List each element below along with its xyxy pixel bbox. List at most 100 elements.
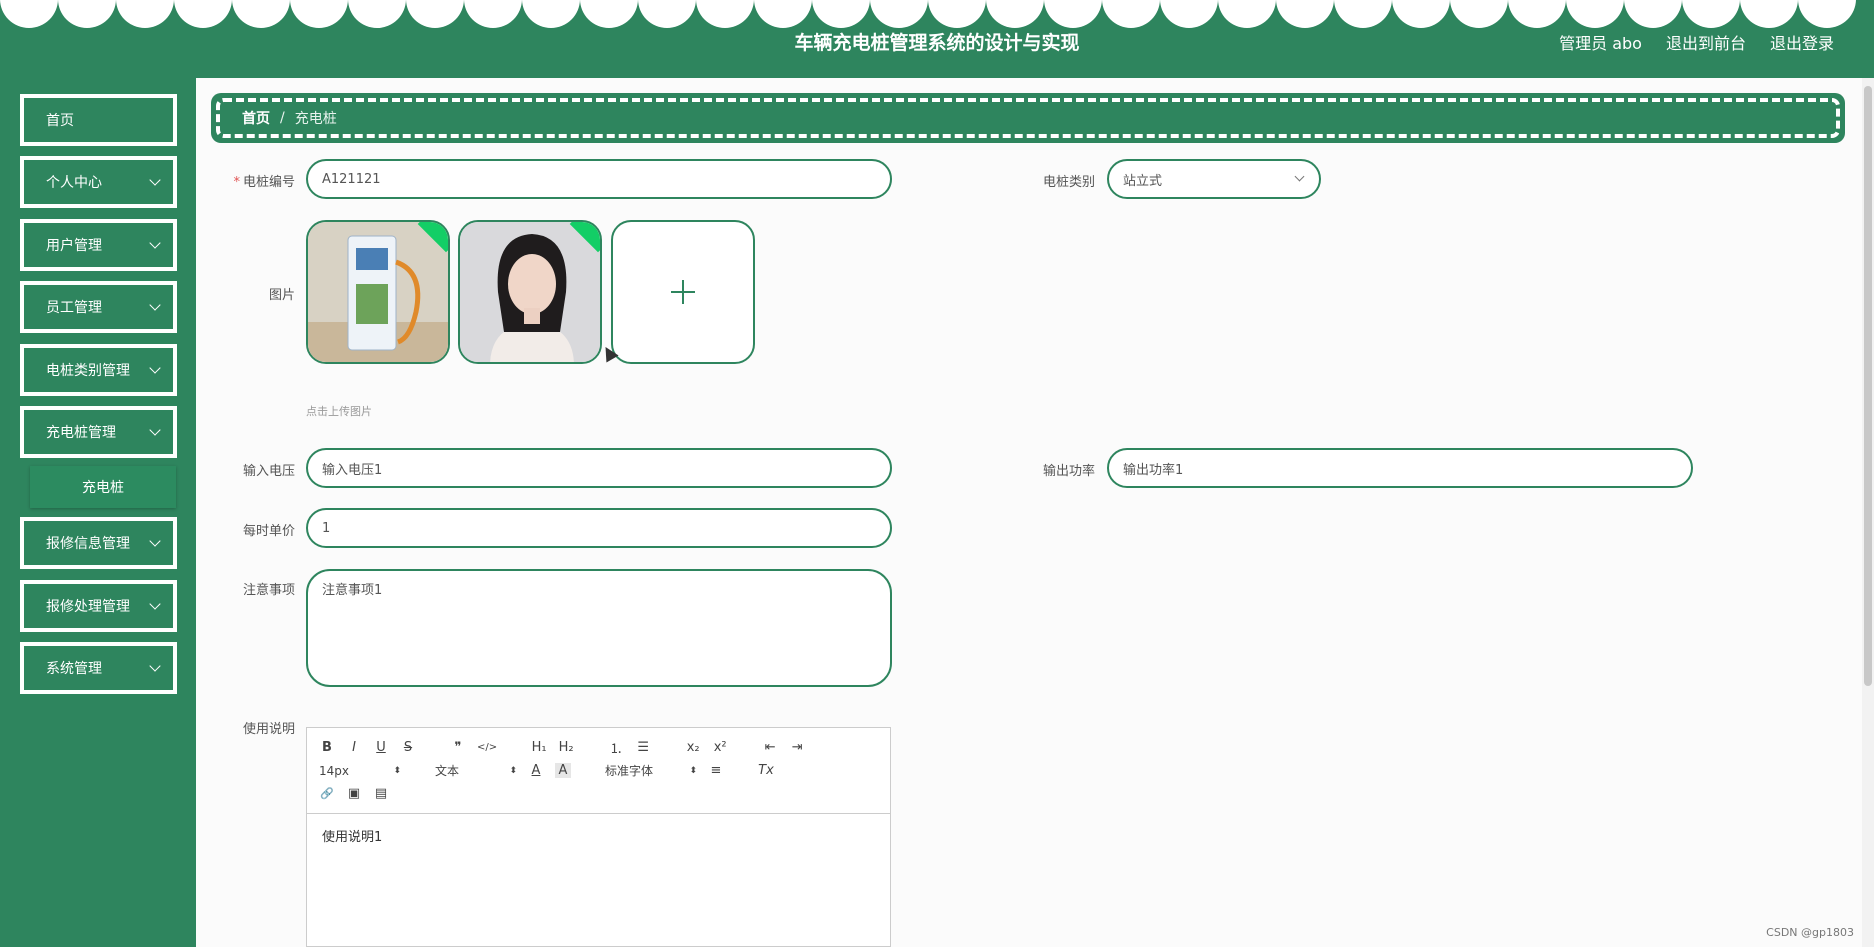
admin-user-label: 管理员 abo [1559,34,1642,53]
up-down-arrow-icon: ⬍ [689,765,697,776]
sidebar-item-label: 用户管理 [46,238,102,254]
pile-no-label: * 电桩编号 [205,171,295,190]
chevron-down-icon [149,535,161,547]
breadcrumb: 首页 / 充电桩 [211,93,1845,143]
charging-pile-image[interactable] [306,220,450,364]
sidebar-item-label: 员工管理 [46,300,102,316]
notes-textarea[interactable]: 注意事项1 [306,569,892,687]
background-color-button[interactable]: A [555,763,571,778]
required-asterisk: * [233,175,240,190]
upload-hint: 点击上传图片 [306,405,372,418]
chevron-down-icon [149,362,161,374]
sidebar-item-label: 充电桩管理 [46,425,116,441]
scrollbar-thumb[interactable] [1864,86,1872,686]
input-voltage-label: 输入电压 [242,464,295,479]
sidebar-item-repair-info-management[interactable]: 报修信息管理 [20,517,177,569]
outdent-button[interactable]: ⇤ [762,740,778,755]
sidebar-item-label: 电桩类别管理 [46,363,130,379]
output-power-label: 输出功率 [1042,464,1095,479]
image-label: 图片 [268,288,295,303]
clear-format-button[interactable]: Tx [758,763,774,778]
sidebar-item-repair-handling-management[interactable]: 报修处理管理 [20,580,177,632]
up-down-arrow-icon: ⬍ [393,765,401,776]
up-down-arrow-icon: ⬍ [509,765,517,776]
chevron-down-icon [149,174,161,186]
front-site-link[interactable]: 退出到前台 [1666,30,1746,54]
sidebar-item-label: 报修处理管理 [46,599,130,615]
code-block-button[interactable]: </> [477,742,497,753]
sidebar-item-user-management[interactable]: 用户管理 [20,219,177,271]
app-header: 车辆充电桩管理系统的设计与实现 管理员 abo 退出到前台 退出登录 [0,0,1874,78]
align-button[interactable]: ≡ [708,763,724,778]
header-scallop-decoration [0,0,1874,30]
instructions-label: 使用说明 [242,722,295,737]
pile-type-label: 电桩类别 [1042,175,1095,190]
chevron-down-icon [1294,171,1305,182]
image-button[interactable]: ▣ [346,786,362,801]
plus-icon [671,280,695,304]
pile-type-value: 站立式 [1123,173,1163,189]
blockquote-button[interactable]: ❞ [450,740,466,755]
page-scrollbar[interactable] [1862,78,1874,947]
format-value: 文本 [435,764,460,778]
breadcrumb-inner: 首页 / 充电桩 [216,98,1840,138]
font-size-value: 14px [319,763,349,778]
portrait-photo [460,222,600,362]
subscript-button[interactable]: x₂ [685,740,701,755]
video-button[interactable]: ▤ [373,786,389,801]
indent-button[interactable]: ⇥ [789,740,805,755]
unit-price-label: 每时单价 [242,524,295,539]
bold-button[interactable]: B [319,740,335,755]
editor-content[interactable]: 使用说明1 [307,814,890,857]
sidebar-item-label: 个人中心 [46,175,102,191]
sidebar-subitem-charging-pile[interactable]: 充电桩 [30,466,176,508]
chevron-down-icon [149,299,161,311]
pile-no-input[interactable]: A121121 [306,159,892,199]
ordered-list-button[interactable]: ⒈ [608,738,624,757]
charging-pile-photo [308,222,448,362]
image-upload-button[interactable] [611,220,755,364]
output-power-input[interactable]: 输出功率1 [1107,448,1693,488]
bullet-list-button[interactable]: ☰ [635,740,651,755]
sidebar-item-label: 系统管理 [46,661,102,677]
sidebar-item-system-management[interactable]: 系统管理 [20,642,177,694]
italic-button[interactable]: I [346,740,362,755]
rich-text-editor: B I U S ❞ </> H₁ H₂ ⒈ ☰ x₂ x² ⇤ ⇥ 14px ⬍ … [306,727,891,947]
pile-type-select[interactable]: 站立式 [1107,159,1321,199]
sidebar-item-pile-category-management[interactable]: 电桩类别管理 [20,344,177,396]
font-family-select[interactable]: 标准字体 ⬍ [605,762,697,779]
notes-label: 注意事项 [242,583,295,598]
underline-button[interactable]: U [373,740,389,755]
breadcrumb-home[interactable]: 首页 [242,108,270,128]
format-select[interactable]: 文本 ⬍ [435,762,517,779]
chevron-down-icon [149,237,161,249]
chevron-down-icon [149,424,161,436]
sidebar-item-charging-pile-management[interactable]: 充电桩管理 [20,406,177,458]
unit-price-input[interactable]: 1 [306,508,892,548]
logout-link[interactable]: 退出登录 [1770,30,1834,54]
header-2-button[interactable]: H₂ [558,740,574,755]
watermark: CSDN @gp1803 [1766,926,1854,939]
sidebar-item-home[interactable]: 首页 [20,94,177,146]
breadcrumb-separator: / [280,110,285,126]
sidebar: 首页 个人中心 用户管理 员工管理 电桩类别管理 充电桩管理 充电桩 报修信息管… [0,78,196,947]
font-size-select[interactable]: 14px ⬍ [319,764,401,778]
editor-toolbar: B I U S ❞ </> H₁ H₂ ⒈ ☰ x₂ x² ⇤ ⇥ 14px ⬍ … [307,728,890,814]
breadcrumb-current: 充电桩 [294,111,337,127]
portrait-image[interactable] [458,220,602,364]
header-links: 管理员 abo 退出到前台 退出登录 [1559,30,1834,54]
header-1-button[interactable]: H₁ [531,740,547,755]
pile-no-label-text: 电桩编号 [242,175,295,190]
sidebar-item-label: 首页 [46,113,74,129]
link-button[interactable]: 🔗 [319,787,335,800]
chevron-down-icon [149,660,161,672]
input-voltage-input[interactable]: 输入电压1 [306,448,892,488]
chevron-down-icon [149,598,161,610]
sidebar-item-staff-management[interactable]: 员工管理 [20,281,177,333]
text-color-button[interactable]: A [528,763,544,778]
sidebar-item-personal-center[interactable]: 个人中心 [20,156,177,208]
font-family-value: 标准字体 [605,764,654,778]
sidebar-item-label: 报修信息管理 [46,536,130,552]
strike-button[interactable]: S [400,740,416,755]
superscript-button[interactable]: x² [712,740,728,755]
